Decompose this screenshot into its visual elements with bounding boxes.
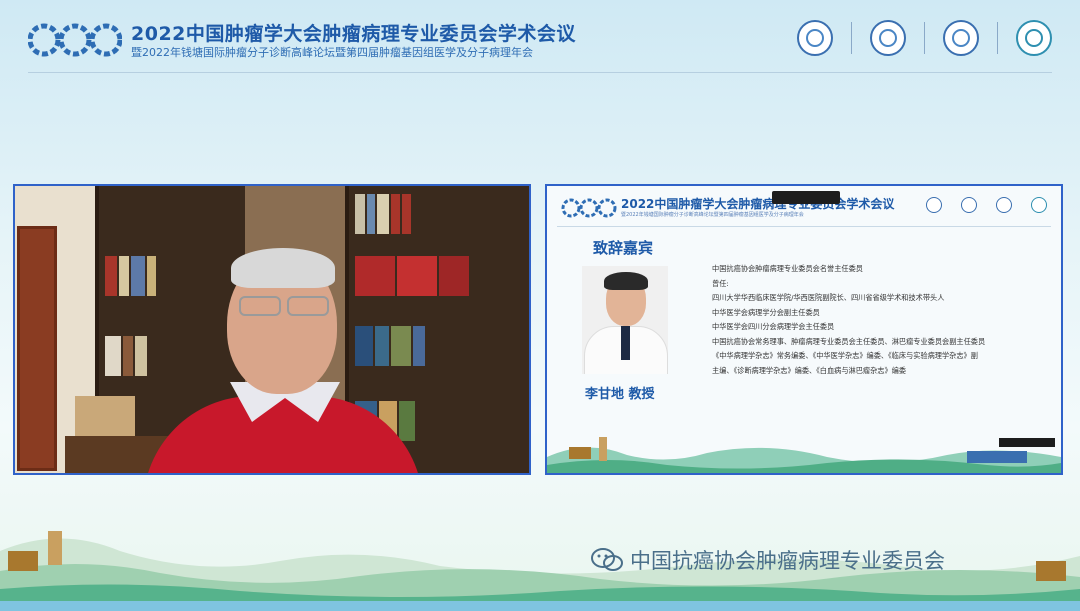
slide-title: 2022中国肿瘤学大会肿瘤病理专业委员会学术会议: [621, 197, 895, 211]
bio-line: 《中华病理学杂志》常务编委、《中华医学杂志》编委、《临床与实验病理学杂志》副: [712, 351, 978, 360]
divider: [997, 22, 998, 54]
institution-logo-icon: [943, 20, 979, 56]
slide-heading: 致辞嘉宾: [593, 239, 654, 257]
bio-line: 四川大学华西临床医学院/华西医院副院长、四川省省级学术和技术带头人: [712, 293, 945, 302]
bio-line: 中华医学会四川分会病理学会主任委员: [712, 322, 835, 331]
institution-logo-icon: [1031, 197, 1047, 213]
slide-landscape-decoration: [547, 437, 1061, 473]
speaker-portrait: [582, 266, 668, 374]
slide-logos: [907, 197, 1047, 213]
bio-line: 中华医学会病理学分会副主任委员: [712, 307, 820, 317]
slide-subtitle: 暨2022年钱塘国际肿瘤分子诊断高峰论坛暨第四届肿瘤基因组医学及分子病理年会: [621, 212, 804, 218]
conference-subtitle: 暨2022年钱塘国际肿瘤分子诊断高峰论坛暨第四届肿瘤基因组医学及分子病理年会: [131, 46, 533, 59]
cco-logo: [561, 198, 617, 218]
conference-header: 2022中国肿瘤学大会肿瘤病理专业委员会学术会议 暨2022年钱塘国际肿瘤分子诊…: [0, 0, 1080, 74]
speaker-video-pane[interactable]: [13, 184, 531, 475]
conference-title: 2022中国肿瘤学大会肿瘤病理专业委员会学术会议: [131, 23, 576, 45]
bio-line: 中国抗癌协会常务理事、肿瘤病理专业委员会主任委员、淋巴瘤专业委员会副主任委员: [712, 336, 986, 346]
bio-line: 中国抗癌协会肿瘤病理专业委员会名誉主任委员: [712, 264, 863, 273]
divider: [924, 22, 925, 54]
bio-line: 曾任:: [712, 278, 729, 288]
institution-logo-icon: [926, 197, 942, 213]
institution-logos: [797, 20, 1052, 56]
institution-logo-icon: [870, 20, 906, 56]
institution-logo-icon: [996, 197, 1012, 213]
institution-logo-icon: [1016, 20, 1052, 56]
institution-logo-icon: [961, 197, 977, 213]
speaker-hair: [231, 248, 335, 288]
wechat-icon: [591, 548, 623, 571]
wechat-watermark: 中国抗癌协会肿瘤病理专业委员会: [590, 545, 945, 575]
institution-logo-icon: [797, 20, 833, 56]
background-door: [17, 226, 57, 471]
participant-name-tag: [999, 438, 1055, 447]
divider: [851, 22, 852, 54]
cco-logo: [28, 23, 122, 57]
boxes: [75, 396, 135, 436]
bio-line: 主编、《诊断病理学杂志》编委、《白血病与淋巴瘤杂志》编委: [712, 365, 907, 375]
glasses-icon: [235, 296, 331, 316]
slide-share-pane[interactable]: 2022中国肿瘤学大会肿瘤病理专业委员会学术会议 暨2022年钱塘国际肿瘤分子诊…: [545, 184, 1063, 475]
header-divider: [28, 72, 1052, 73]
recording-badge: [772, 191, 840, 204]
speaker-name: 李甘地 教授: [585, 387, 655, 402]
speaker-bio: 中国抗癌协会肿瘤病理专业委员会名誉主任委员 曾任: 四川大学华西临床医学院/华西…: [712, 262, 1052, 378]
watermark-text: 中国抗癌协会肿瘤病理专业委员会: [630, 549, 945, 573]
slide-divider: [557, 226, 1051, 227]
